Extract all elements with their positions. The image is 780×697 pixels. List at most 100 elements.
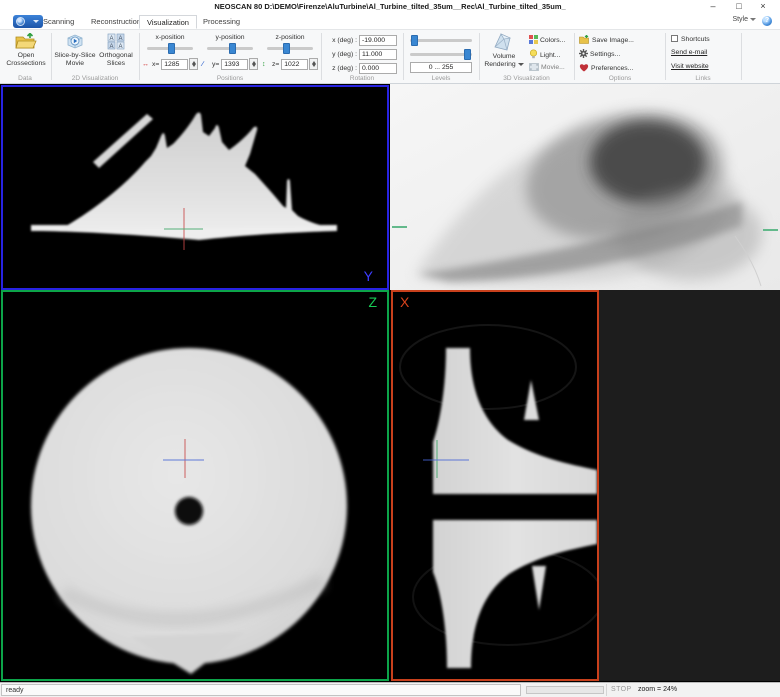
- svg-text:A: A: [109, 44, 113, 50]
- group-label-positions: Positions: [140, 75, 320, 82]
- progress-bar: [526, 686, 604, 694]
- rotation-x-value[interactable]: -19.000: [359, 35, 397, 46]
- x-position-slider-handle[interactable]: [168, 43, 175, 54]
- neoscan-window: NEOSCAN 80 D:\DEMO\Firenze\AluTurbine\Al…: [0, 0, 780, 697]
- z-slice-view[interactable]: Z: [1, 290, 389, 681]
- x-position-control: ↔x= 1285: [142, 58, 198, 70]
- x-slice-view[interactable]: X: [391, 290, 599, 681]
- group-label-links: Links: [666, 75, 740, 82]
- open-crossections-button[interactable]: Open Crossections: [4, 32, 48, 68]
- colors-label: Colors...: [540, 37, 565, 44]
- shortcuts-label: Shortcuts: [681, 36, 710, 43]
- group-separator: [321, 33, 322, 80]
- rotation-x-label: x (deg) :: [325, 37, 357, 44]
- movie-icon: [529, 63, 539, 71]
- x-position-slider[interactable]: [147, 47, 193, 50]
- save-image-icon: [579, 35, 590, 44]
- tab-processing[interactable]: Processing: [196, 15, 247, 29]
- open-crossections-icon: [15, 33, 37, 50]
- z-axis-label: Z: [368, 294, 377, 310]
- levels-range-value[interactable]: 0 ... 255: [410, 62, 472, 73]
- group-separator: [741, 33, 742, 80]
- z-position-title: z-position: [262, 34, 318, 41]
- group-separator: [403, 33, 404, 80]
- rotation-z-row: z (deg) :0.000: [325, 63, 397, 74]
- visit-website-label: Visit website: [671, 63, 709, 70]
- preferences-icon: [579, 63, 589, 72]
- close-icon[interactable]: ×: [754, 0, 772, 13]
- x-position-title: x-position: [142, 34, 198, 41]
- slice-movie-label: Slice-by-Slice Movie: [54, 52, 95, 67]
- x-position-value[interactable]: 1285: [161, 59, 188, 70]
- slice-by-slice-movie-button[interactable]: Slice-by-Slice Movie: [54, 32, 96, 68]
- chevron-down-icon: [518, 63, 524, 66]
- group-label-2d-visualization: 2D Visualization: [52, 75, 138, 82]
- y-position-slider[interactable]: [207, 47, 253, 50]
- group-label-3d-visualization: 3D Visualization: [480, 75, 573, 82]
- y-position-value[interactable]: 1393: [221, 59, 248, 70]
- preferences-button[interactable]: Preferences...: [579, 63, 633, 72]
- z-position-control: ↕z= 1022: [262, 58, 318, 70]
- send-email-link[interactable]: Send e-mail: [671, 49, 707, 56]
- empty-panel: [599, 290, 780, 681]
- window-title: NEOSCAN 80 D:\DEMO\Firenze\AluTurbine\Al…: [0, 2, 780, 11]
- tab-scanning[interactable]: Scanning: [36, 15, 81, 29]
- levels-min-slider[interactable]: [410, 39, 472, 42]
- levels-max-slider[interactable]: [410, 53, 472, 56]
- z-position-value[interactable]: 1022: [281, 59, 308, 70]
- rotation-y-row: y (deg) :11.000: [325, 49, 397, 60]
- z-position-slider[interactable]: [267, 47, 313, 50]
- chevron-down-icon: [750, 18, 756, 21]
- save-image-button[interactable]: Save Image...: [579, 35, 634, 44]
- group-separator: [51, 33, 52, 80]
- minimize-icon[interactable]: –: [704, 0, 722, 13]
- colors-button[interactable]: Colors...: [529, 35, 565, 44]
- y-slice-view[interactable]: Y: [1, 85, 389, 290]
- x-prefix: x=: [152, 61, 159, 68]
- z-position-slider-handle[interactable]: [283, 43, 290, 54]
- visit-website-link[interactable]: Visit website: [671, 63, 709, 70]
- style-dropdown[interactable]: Style: [732, 16, 756, 23]
- shortcuts-checkbox[interactable]: [671, 35, 678, 42]
- x-position-stepper[interactable]: [189, 58, 198, 70]
- volume-rendering-label: Volume Rendering: [484, 53, 515, 68]
- volume-rendering-button[interactable]: Volume Rendering: [482, 32, 526, 69]
- light-button[interactable]: Light...: [529, 49, 560, 59]
- levels-min-handle[interactable]: [411, 35, 418, 46]
- colors-icon: [529, 35, 538, 44]
- ribbon: Open Crossections Data Slice-by-Slice Mo…: [0, 30, 780, 84]
- group-separator: [479, 33, 480, 80]
- group-separator: [574, 33, 575, 80]
- y-position-slider-handle[interactable]: [229, 43, 236, 54]
- settings-button[interactable]: Settings...: [579, 49, 620, 58]
- orthogonal-slices-button[interactable]: A A A A Orthogonal Slices: [96, 32, 136, 68]
- movie-label: Movie...: [541, 64, 565, 71]
- z-prefix: z=: [272, 61, 279, 68]
- y-slice-image: [3, 87, 387, 288]
- help-icon[interactable]: ?: [762, 16, 772, 26]
- y-position-title: y-position: [202, 34, 258, 41]
- y-axis-icon: ∕: [202, 61, 212, 68]
- y-position-stepper[interactable]: [249, 58, 258, 70]
- tab-visualization[interactable]: Visualization: [139, 15, 197, 29]
- shortcuts-checkbox-row[interactable]: Shortcuts: [671, 35, 710, 43]
- y-axis-label: Y: [364, 268, 373, 284]
- maximize-icon[interactable]: □: [730, 0, 748, 13]
- rotation-z-value[interactable]: 0.000: [359, 63, 397, 74]
- rotation-x-row: x (deg) :-19.000: [325, 35, 397, 46]
- projection-view[interactable]: [390, 84, 780, 290]
- z-position-stepper[interactable]: [309, 58, 318, 70]
- stop-button[interactable]: STOP: [611, 686, 632, 693]
- svg-text:A: A: [109, 36, 113, 42]
- levels-max-handle[interactable]: [464, 49, 471, 60]
- settings-icon: [579, 49, 588, 58]
- status-bar: ready STOP zoom = 24%: [0, 682, 780, 697]
- viewport-grid: Y: [0, 84, 780, 682]
- rotation-y-value[interactable]: 11.000: [359, 49, 397, 60]
- x-slice-image: [393, 292, 597, 679]
- y-prefix: y=: [212, 61, 219, 68]
- group-label-options: Options: [576, 75, 664, 82]
- open-crossections-label: Open Crossections: [6, 52, 45, 67]
- movie-button[interactable]: Movie...: [529, 63, 565, 71]
- x-axis-icon: ↔: [142, 61, 152, 68]
